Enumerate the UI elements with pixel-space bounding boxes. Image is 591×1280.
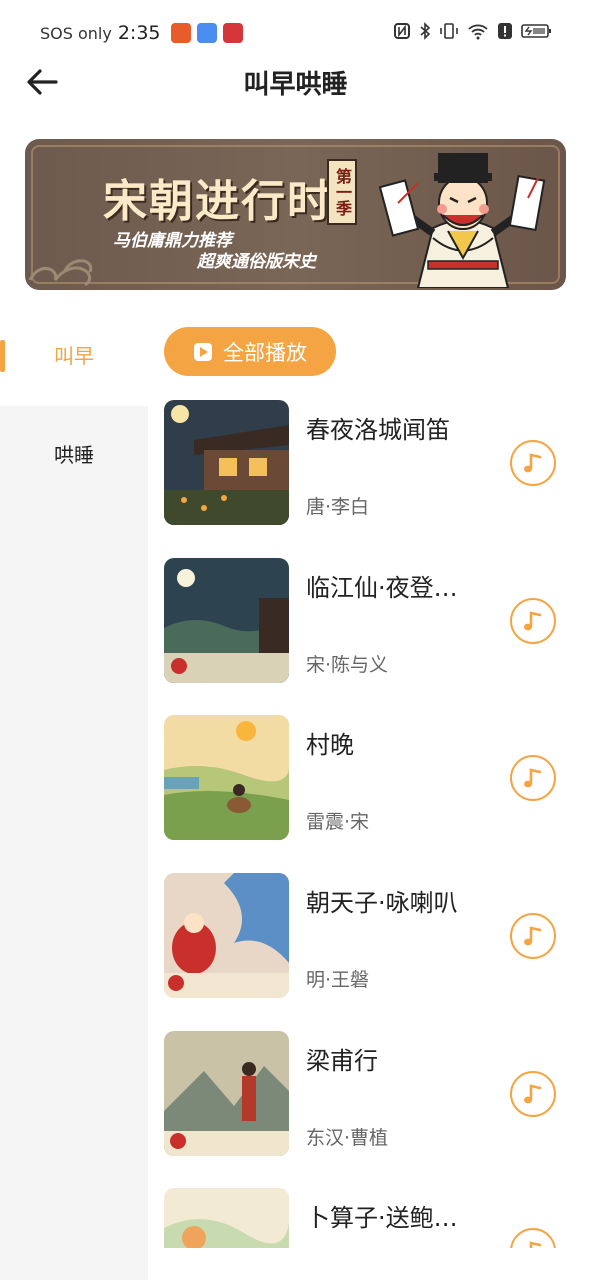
music-note-icon xyxy=(529,1241,542,1248)
music-note-icon xyxy=(524,611,542,631)
list-item[interactable]: 村晚 雷震·宋 xyxy=(164,715,591,841)
notification-app-icon xyxy=(222,23,243,43)
banner-title: 宋朝进行时 xyxy=(103,176,333,227)
music-note-icon xyxy=(524,1084,542,1104)
alert-icon xyxy=(498,23,512,39)
app-header: 叫早哄睡 xyxy=(0,50,591,114)
list-item[interactable]: 朝天子·咏喇叭 明·王磐 xyxy=(164,873,591,999)
page-title: 叫早哄睡 xyxy=(243,70,348,100)
sidebar-item-label: 哄睡 xyxy=(54,443,94,467)
poem-list: 春夜洛城闻笛 唐·李白 临江仙·夜登… 宋·陈与义 村晚 雷震·宋 朝天子·咏喇… xyxy=(164,400,591,1248)
sidebar-item-label: 叫早 xyxy=(54,344,94,368)
promo-banner[interactable]: 宋朝进行时 第一季 马伯庸鼎力推荐 超爽通俗版宋史 xyxy=(25,139,566,290)
notification-app-icon xyxy=(170,23,191,43)
vibrate-icon xyxy=(440,23,458,39)
play-music-button[interactable] xyxy=(510,598,556,644)
wifi-icon xyxy=(468,24,488,40)
carrier-text: SOS only xyxy=(40,23,112,43)
emperor-illustration-icon xyxy=(378,153,546,288)
music-note-icon xyxy=(524,453,542,473)
cover-image xyxy=(164,558,289,683)
sidebar-active-bg: 叫早 xyxy=(0,326,148,406)
notification-app-icon xyxy=(196,23,217,43)
item-title: 朝天子·咏喇叭 xyxy=(306,889,458,917)
battery-icon xyxy=(521,24,551,38)
item-author: 雷震·宋 xyxy=(306,811,370,833)
play-music-button[interactable] xyxy=(510,913,556,959)
play-music-button[interactable] xyxy=(510,755,556,801)
item-title: 春夜洛城闻笛 xyxy=(306,416,450,444)
play-all-button[interactable]: 全部播放 xyxy=(164,327,336,376)
list-item[interactable]: 梁甫行 东汉·曹植 xyxy=(164,1031,591,1157)
cover-image xyxy=(164,873,289,998)
item-author: 唐·李白 xyxy=(306,496,370,518)
item-title: 临江仙·夜登… xyxy=(306,574,458,602)
play-all-label: 全部播放 xyxy=(223,340,307,365)
play-music-button[interactable] xyxy=(510,1228,556,1248)
cover-image xyxy=(164,400,289,525)
cover-image xyxy=(164,1031,289,1156)
item-author: 东汉·曹植 xyxy=(306,1127,389,1149)
sidebar-item-sleep[interactable]: 哄睡 xyxy=(0,426,148,506)
list-item[interactable]: 临江仙·夜登… 宋·陈与义 xyxy=(164,558,591,684)
music-note-icon xyxy=(524,768,542,788)
item-author: 宋·陈与义 xyxy=(306,654,389,676)
bluetooth-icon xyxy=(420,22,431,40)
list-item[interactable]: 春夜洛城闻笛 唐·李白 xyxy=(164,400,591,526)
clock: 2:35 xyxy=(117,22,161,44)
item-title: 卜算子·送鲍… xyxy=(306,1204,458,1232)
play-music-button[interactable] xyxy=(510,440,556,486)
play-music-button[interactable] xyxy=(510,1071,556,1117)
cover-image xyxy=(164,715,289,840)
item-title: 村晚 xyxy=(306,731,354,759)
item-title: 梁甫行 xyxy=(306,1047,378,1075)
category-sidebar: 叫早 哄睡 xyxy=(0,326,148,1280)
banner-season-tag: 第一季 xyxy=(327,159,357,225)
nfc-icon xyxy=(394,23,410,39)
cover-image xyxy=(164,1188,289,1248)
item-author: 明·王磐 xyxy=(306,969,370,991)
play-icon xyxy=(194,342,212,361)
banner-subtitle: 超爽通俗版宋史 xyxy=(197,252,316,272)
list-item[interactable]: 卜算子·送鲍… xyxy=(164,1188,591,1248)
music-note-icon xyxy=(524,926,542,946)
